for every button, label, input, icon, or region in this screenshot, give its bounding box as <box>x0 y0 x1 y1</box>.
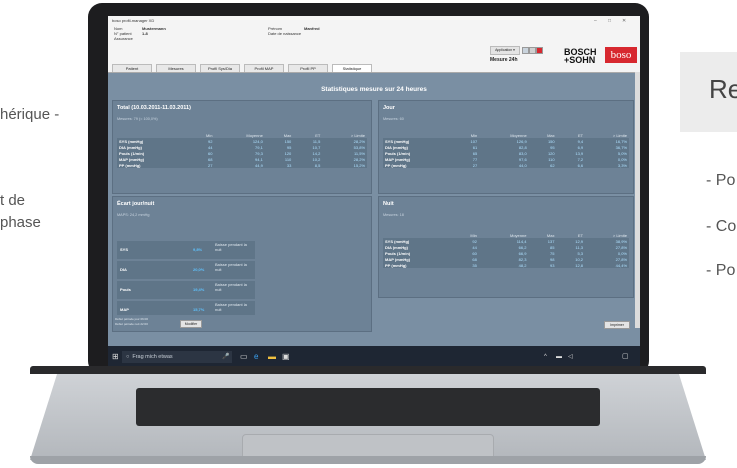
patient-value: 1-8 <box>142 31 148 36</box>
list-item: Pouls 19,4% Baisse pendant la nuit <box>117 281 255 299</box>
laptop-base <box>30 366 706 468</box>
ecart-panel: Écart jour/nuit MAPS: 24,2 mmHg SYS 9,8% B… <box>112 196 372 332</box>
boso-logo: boso <box>605 47 637 63</box>
keyboard <box>136 388 600 426</box>
microphone-icon[interactable]: 🎤 <box>222 352 229 362</box>
total-title: Total (10.03.2011-11.03.2011) <box>117 105 191 111</box>
list-item: SYS 9,8% Baisse pendant la nuit <box>117 241 255 259</box>
right-title: Re <box>709 74 737 104</box>
volume-icon[interactable]: ◁ <box>568 352 573 362</box>
period-night: Début période nuit 22:00 <box>115 322 148 326</box>
network-icon[interactable]: ▬ <box>556 352 562 362</box>
list-item: DIA 20,0% Baisse pendant la nuit <box>117 261 255 279</box>
tab-patient[interactable]: Patient <box>112 64 152 72</box>
tray-chevron-icon[interactable]: ^ <box>544 352 547 362</box>
vertical-scrollbar[interactable] <box>635 72 640 328</box>
table-row: PP (mmHg) 27 44,0 62 6,6 3,3% <box>383 162 629 168</box>
left-text-2: t de <box>0 192 26 209</box>
maximize-icon[interactable]: □ <box>608 18 611 24</box>
print-button[interactable]: Imprimer <box>604 321 630 329</box>
right-bullet-1: - Po <box>706 172 736 189</box>
notification-icon[interactable]: ▢ <box>622 352 629 362</box>
app-header: boso profil-manager XD – □ ✕ Nom Musterm… <box>108 16 640 73</box>
toolbar-icon-2[interactable] <box>529 47 536 54</box>
table-row: PP (mmHg) 27 44,9 33 8,5 15,2% <box>117 162 367 168</box>
period-day: Début période jour 06:00 <box>115 317 149 321</box>
task-view-icon[interactable]: ▭ <box>240 352 248 362</box>
tab-profil-map[interactable]: Profil MAP <box>244 64 284 72</box>
tab-profil-pp[interactable]: Profil PP <box>288 64 328 72</box>
toolbar-icon-1[interactable] <box>522 47 529 54</box>
application-button[interactable]: Application ▾ <box>490 46 520 55</box>
nuit-sub: Mesures: 18 <box>383 213 404 217</box>
bosch-sohn-logo: BOSCH +SOHN <box>564 47 597 65</box>
tab-bar: Patient Mesures Profil Sys/Dia Profil MA… <box>108 64 640 73</box>
jour-title: Jour <box>383 105 395 111</box>
tab-profil-sys-dia[interactable]: Profil Sys/Dia <box>200 64 240 72</box>
total-panel: Total (10.03.2011-11.03.2011) Mesures: 7… <box>112 100 372 194</box>
search-icon: ○ <box>126 354 130 360</box>
jour-table: Min Moyenne Max ET > Limite SYS (mmHg) 107 126… <box>383 133 629 168</box>
store-icon[interactable]: ▣ <box>282 352 290 362</box>
jour-panel: Jour Mesures: 60 Min Moyenne Max ET > Limite… <box>378 100 634 194</box>
nuit-title: Nuit <box>383 201 394 207</box>
list-item: MAP 15,7% Baisse pendant la nuit <box>117 301 255 315</box>
tab-mesures[interactable]: Mesures <box>156 64 196 72</box>
toolbar-icon-3[interactable] <box>536 47 543 54</box>
nuit-panel: Nuit Mesures: 18 Min Moyenne Max ET > Limite… <box>378 196 634 298</box>
left-text-3: phase <box>0 214 41 231</box>
assurance-label: Assurance <box>114 36 133 41</box>
right-bullet-3: - Po <box>706 262 736 279</box>
naissance-label: Date de naissance <box>268 31 302 36</box>
tab-statistique[interactable]: Statistique <box>332 64 372 72</box>
edge-icon[interactable]: e <box>254 352 258 362</box>
nuit-table: Min Moyenne Max ET > Limite SYS (mmHg) 92 114,… <box>383 233 629 268</box>
windows-start-icon[interactable]: ⊞ <box>112 352 119 362</box>
total-table: Min Moyenne Max ET > Limite SYS (mmHg) 92… <box>117 133 367 168</box>
left-text-1: hérique - <box>0 106 60 123</box>
prenom-value: Manfred <box>304 26 320 31</box>
laptop-hinge <box>30 366 706 374</box>
laptop-deck <box>30 374 706 460</box>
stats-title: Statistiques mesure sur 24 heures <box>321 86 427 93</box>
right-bullet-2: - Co <box>706 218 737 235</box>
taskbar-search-input[interactable]: ○ Frag mich etwas <box>122 351 232 363</box>
file-explorer-icon[interactable]: ▬ <box>268 352 276 362</box>
laptop-base-edge <box>30 456 706 464</box>
ecart-sub: MAPS: 24,2 mmHg <box>117 213 150 217</box>
laptop-screen: boso profil-manager XD – □ ✕ Nom Musterm… <box>108 16 640 368</box>
taskbar: ⊞ ○ Frag mich etwas 🎤 ▭ e ▬ ▣ ^ ▬ ◁ ▢ <box>108 346 640 368</box>
jour-sub: Mesures: 60 <box>383 117 404 121</box>
window-title: boso profil-manager XD <box>112 18 155 23</box>
modify-button[interactable]: Modifier <box>180 320 202 328</box>
minimize-icon[interactable]: – <box>594 18 597 24</box>
table-row: PP (mmHg) 35 48,2 93 12,8 44,4% <box>383 262 629 268</box>
mode-label: Mesure 24h <box>490 57 518 63</box>
ecart-title: Écart jour/nuit <box>117 201 155 207</box>
close-icon[interactable]: ✕ <box>622 18 626 24</box>
total-sub: Mesures: 79 (= 100,0%) <box>117 117 158 121</box>
